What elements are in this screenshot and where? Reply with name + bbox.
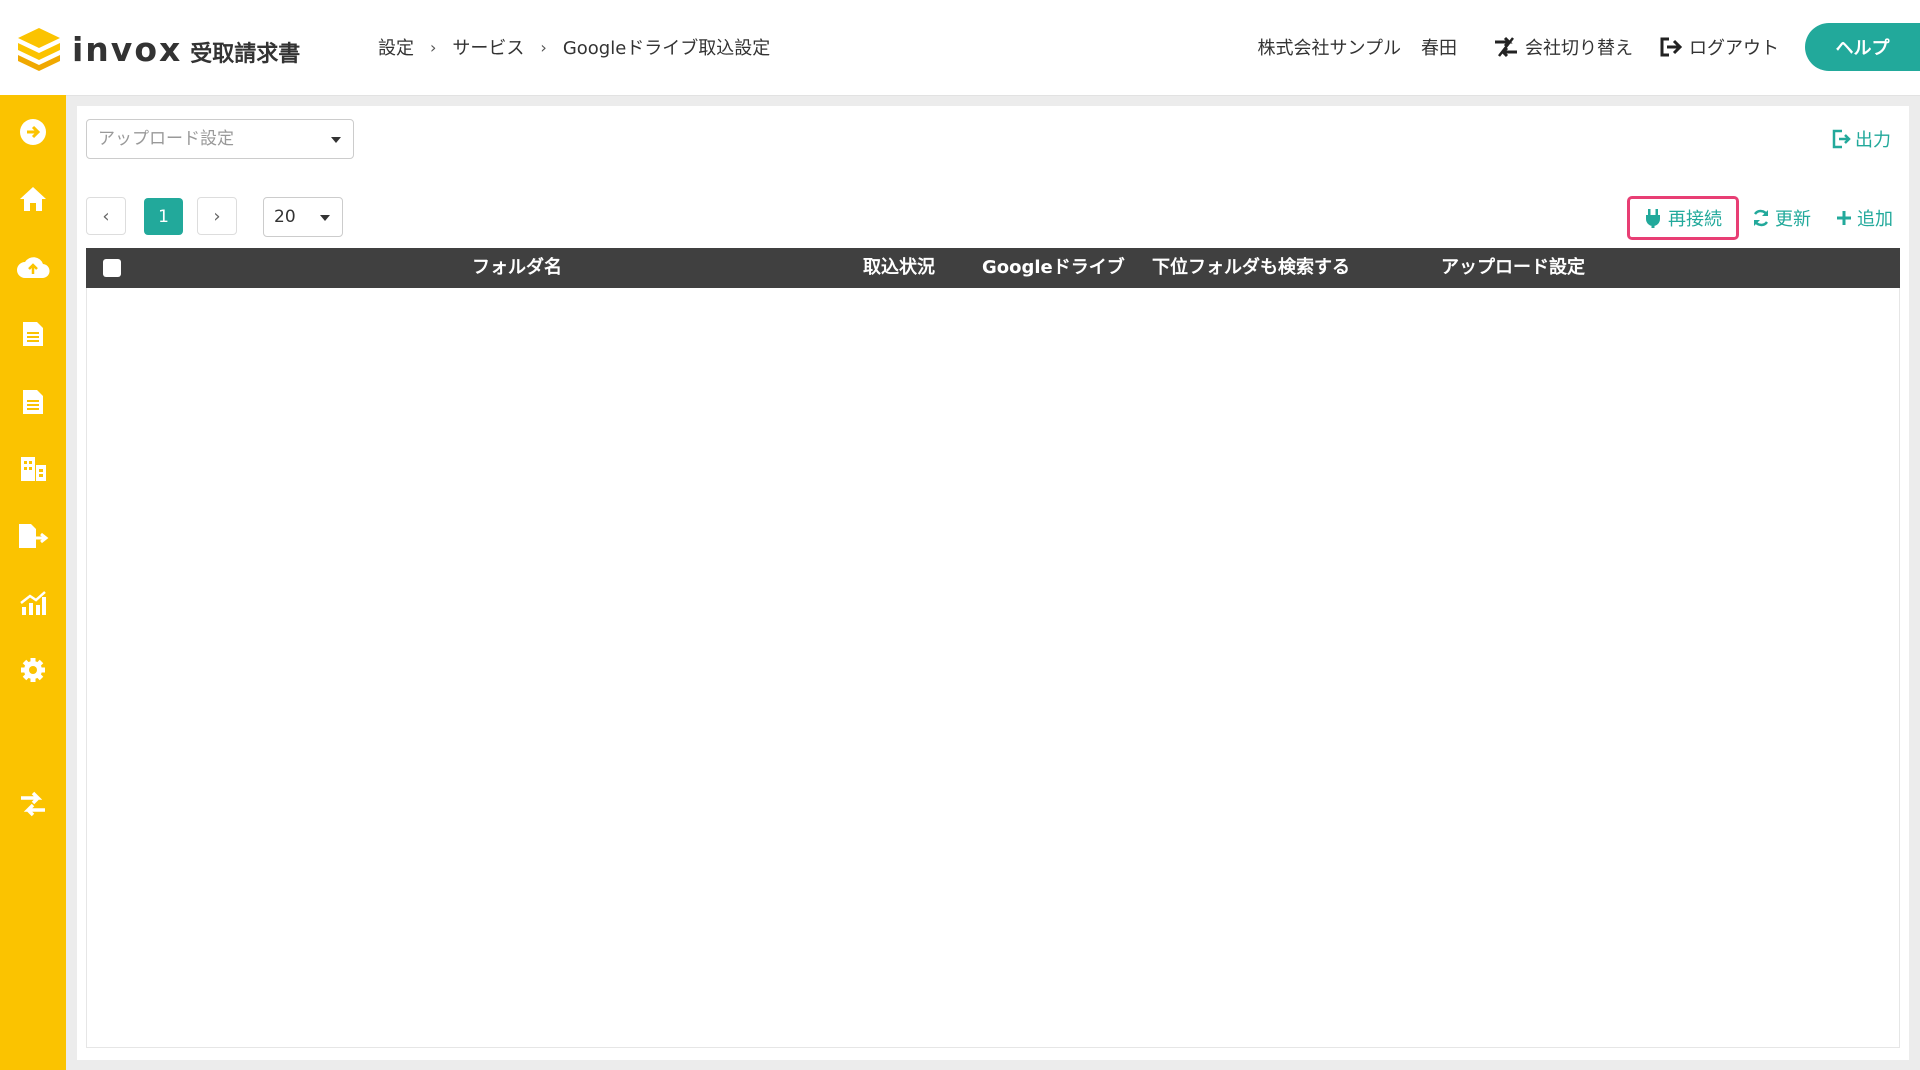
breadcrumb-settings[interactable]: 設定 xyxy=(378,34,414,60)
switch-company-label: 会社切り替え xyxy=(1525,38,1633,59)
document-list-icon[interactable] xyxy=(16,385,50,419)
reconnect-label: 再接続 xyxy=(1668,209,1722,230)
breadcrumb: 設定 › サービス › Googleドライブ取込設定 xyxy=(378,34,770,60)
file-export-icon[interactable] xyxy=(16,519,50,553)
app-logo[interactable]: invox 受取請求書 xyxy=(16,26,300,72)
page-current-button[interactable]: 1 xyxy=(144,198,183,235)
column-search-subfolders[interactable]: 下位フォルダも検索する xyxy=(1152,248,1350,288)
table-actions: 再接続 更新 追加 xyxy=(1627,196,1893,240)
add-label: 追加 xyxy=(1857,209,1893,230)
brand-name: invox xyxy=(72,29,183,69)
breadcrumb-separator: › xyxy=(540,37,547,57)
breadcrumb-separator: › xyxy=(430,37,437,57)
chart-icon[interactable] xyxy=(16,586,50,620)
user-name: 春田 xyxy=(1421,38,1457,59)
plus-icon xyxy=(1837,211,1851,225)
export-button[interactable]: 出力 xyxy=(1831,126,1891,152)
arrow-right-circle-icon[interactable] xyxy=(16,115,50,149)
home-icon[interactable] xyxy=(16,182,50,216)
table-body xyxy=(86,288,1900,1048)
document-icon[interactable] xyxy=(16,317,50,351)
switch-icon xyxy=(1495,36,1517,58)
breadcrumb-current: Googleドライブ取込設定 xyxy=(562,38,771,59)
building-icon[interactable] xyxy=(16,452,50,486)
page-prev-button[interactable]: ‹ xyxy=(86,197,126,235)
column-folder-name[interactable]: フォルダ名 xyxy=(472,248,562,288)
page-next-button[interactable]: › xyxy=(197,197,237,235)
add-button[interactable]: 追加 xyxy=(1835,205,1893,231)
caret-down-icon xyxy=(331,137,341,143)
product-name: 受取請求書 xyxy=(190,42,301,67)
table-header: フォルダ名 取込状況 Googleドライブ 下位フォルダも検索する アップロード… xyxy=(86,248,1900,288)
switch-company-link[interactable]: 会社切り替え xyxy=(1493,34,1633,60)
logout-link[interactable]: ログアウト xyxy=(1659,34,1779,60)
upload-setting-select[interactable]: アップロード設定 xyxy=(86,119,354,159)
sidebar xyxy=(0,95,66,1070)
column-upload-setting[interactable]: アップロード設定 xyxy=(1441,248,1585,288)
logout-icon xyxy=(1660,37,1683,57)
logout-label: ログアウト xyxy=(1689,38,1779,59)
plug-icon xyxy=(1646,209,1660,228)
export-label: 出力 xyxy=(1855,130,1891,151)
refresh-label: 更新 xyxy=(1775,209,1811,230)
main-panel: アップロード設定 出力 ‹ 1 › 20 再接続 更新 追加 フォルダ名 取込状… xyxy=(77,106,1909,1060)
company-name: 株式会社サンプル xyxy=(1257,38,1401,59)
select-all-checkbox[interactable] xyxy=(103,259,121,277)
help-button[interactable]: ヘルプ xyxy=(1805,23,1920,71)
per-page-select[interactable]: 20 xyxy=(263,197,343,237)
per-page-value: 20 xyxy=(274,207,296,227)
cloud-upload-icon[interactable] xyxy=(16,250,50,284)
refresh-button[interactable]: 更新 xyxy=(1751,205,1811,231)
export-icon xyxy=(1832,129,1851,149)
column-import-status[interactable]: 取込状況 xyxy=(863,248,935,288)
column-google-drive[interactable]: Googleドライブ xyxy=(982,248,1125,288)
logo-icon xyxy=(18,28,60,71)
refresh-icon xyxy=(1753,209,1769,227)
reconnect-button[interactable]: 再接続 xyxy=(1627,196,1739,240)
app-header: invox 受取請求書 設定 › サービス › Googleドライブ取込設定 株… xyxy=(0,0,1920,96)
breadcrumb-service[interactable]: サービス xyxy=(452,34,524,60)
gear-icon[interactable] xyxy=(16,653,50,687)
switch-icon[interactable] xyxy=(16,787,50,821)
caret-down-icon xyxy=(320,215,330,221)
upload-setting-placeholder: アップロード設定 xyxy=(98,129,234,149)
header-right: 株式会社サンプル 春田 会社切り替え ログアウト ヘルプ xyxy=(1258,22,1920,72)
